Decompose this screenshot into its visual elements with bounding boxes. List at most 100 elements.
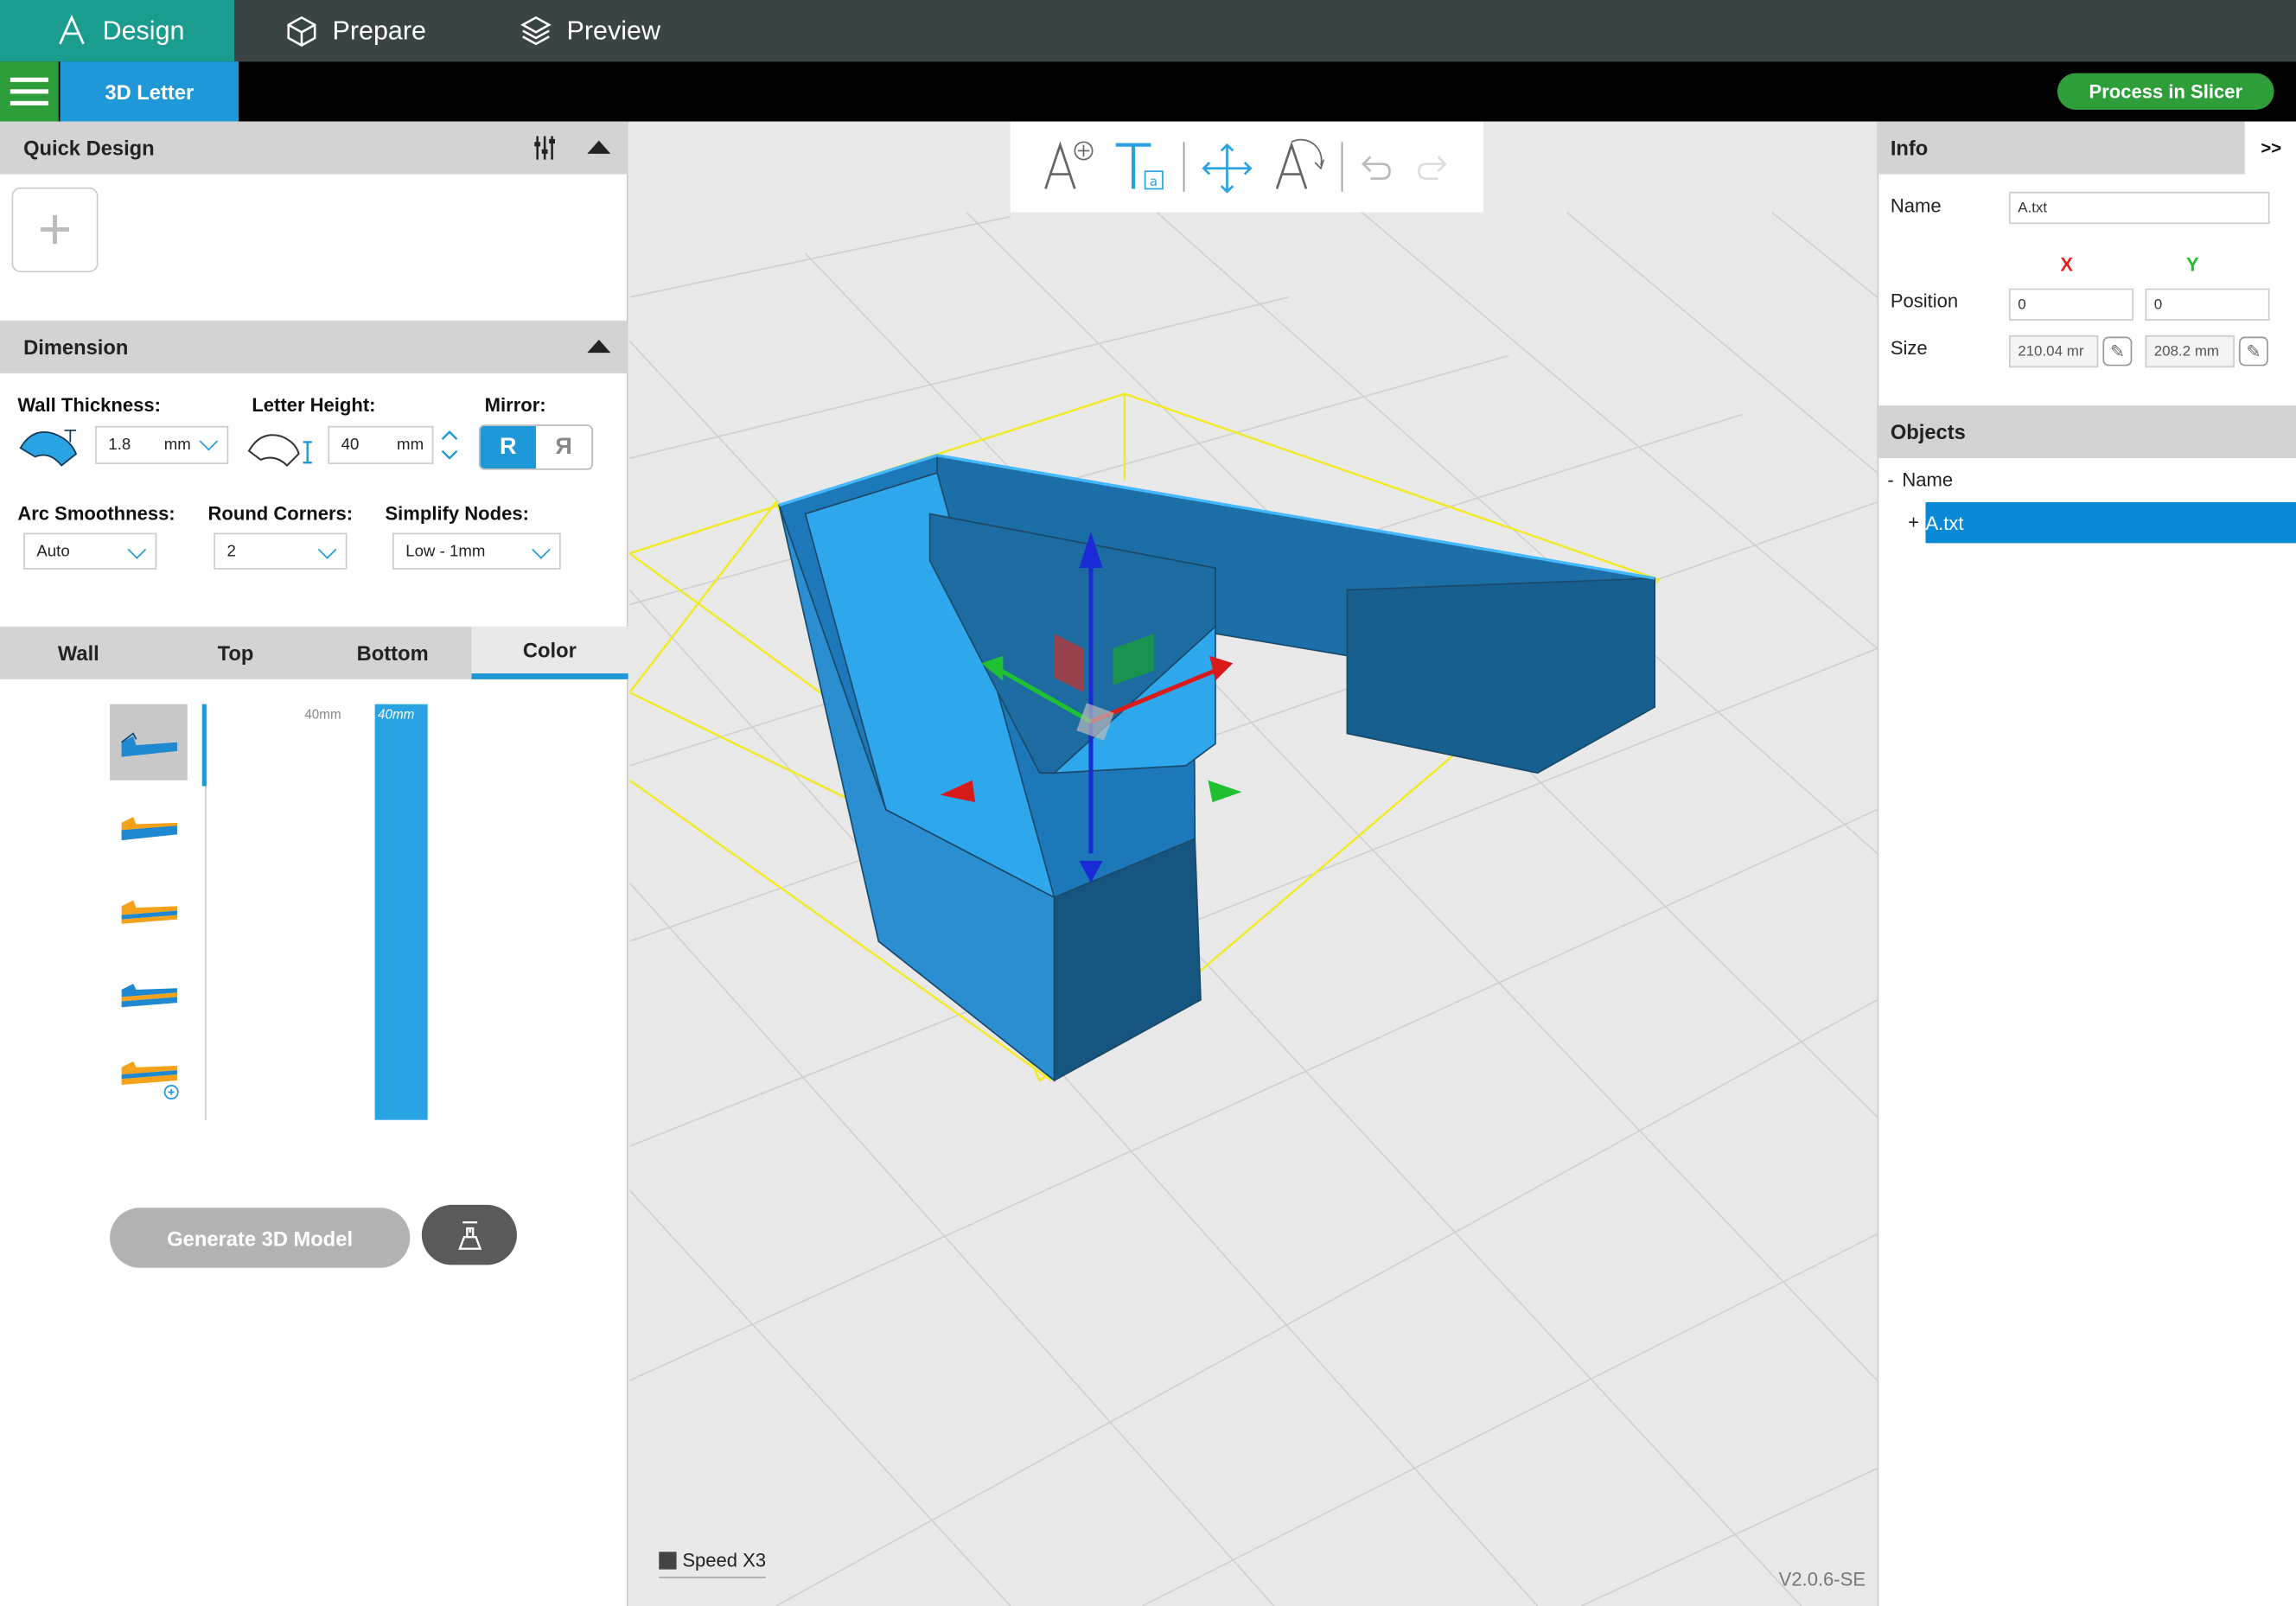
3d-viewport[interactable]: a Speed X3 V2.0.6-SE bbox=[629, 121, 1878, 1606]
add-layer-preset-icon bbox=[120, 1061, 178, 1099]
process-in-slicer-button[interactable]: Process in Slicer bbox=[2057, 73, 2274, 111]
size-x-input[interactable]: 210.04 mr bbox=[2009, 335, 2099, 368]
color-layer-bar-label: 40mm bbox=[378, 707, 415, 722]
viewport-toolbar: a bbox=[1010, 121, 1483, 213]
mirror-normal-option[interactable]: R bbox=[480, 425, 536, 468]
collapse-panel-button[interactable]: >> bbox=[2244, 121, 2296, 175]
printer-icon bbox=[457, 1220, 482, 1250]
round-corners-label: Round Corners: bbox=[207, 501, 354, 525]
tab-design[interactable]: Design bbox=[0, 0, 235, 62]
edit-size-y-icon[interactable]: ✎ bbox=[2238, 336, 2268, 366]
letter-height-input[interactable]: 40 mm bbox=[328, 425, 434, 464]
rotate-text-icon[interactable] bbox=[1271, 137, 1330, 195]
wall-thickness-input[interactable]: 1.8 mm bbox=[95, 425, 229, 464]
chevron-down-icon bbox=[127, 540, 147, 559]
color-preset-4[interactable] bbox=[110, 954, 188, 1030]
size-y-input[interactable]: 208.2 mm bbox=[2145, 335, 2235, 368]
size-label: Size bbox=[1890, 336, 1928, 359]
text-style-icon[interactable]: a bbox=[1110, 137, 1169, 195]
info-title: Info bbox=[1890, 136, 1929, 160]
tab-preview-label: Preview bbox=[566, 15, 661, 45]
mirror-flipped-option[interactable]: Я bbox=[536, 426, 591, 468]
add-quick-design-button[interactable]: + bbox=[11, 187, 99, 273]
layer-preset-icon bbox=[120, 984, 177, 1008]
letter-height-unit: mm bbox=[397, 436, 424, 455]
right-panel: Info >> Name A.txt X Y Position 0 0 Size… bbox=[1877, 121, 2296, 1606]
simplify-nodes-select[interactable]: Low - 1mm bbox=[392, 532, 561, 570]
letter-height-label: Letter Height: bbox=[252, 393, 376, 417]
style-tabs: Wall Top Bottom Color bbox=[0, 626, 628, 679]
scene-canvas[interactable] bbox=[629, 122, 1878, 1606]
generate-3d-model-button[interactable]: Generate 3D Model bbox=[110, 1208, 411, 1268]
tab-prepare-label: Prepare bbox=[332, 15, 427, 45]
tab-top[interactable]: Top bbox=[157, 627, 315, 679]
letter-height-icon bbox=[247, 434, 312, 468]
mode-tab-3d-letter[interactable]: 3D Letter bbox=[60, 61, 239, 122]
stepper-icon[interactable] bbox=[437, 426, 461, 464]
quick-design-header[interactable]: Quick Design bbox=[0, 121, 628, 175]
layer-preset-icon bbox=[120, 732, 177, 757]
color-preset-1[interactable] bbox=[110, 704, 188, 781]
hamburger-menu-button[interactable] bbox=[0, 61, 59, 122]
tab-bottom[interactable]: Bottom bbox=[314, 627, 471, 679]
color-preset-add[interactable] bbox=[110, 1038, 188, 1114]
tab-color[interactable]: Color bbox=[471, 626, 628, 679]
color-preset-3[interactable] bbox=[110, 871, 188, 947]
simplify-nodes-value: Low - 1mm bbox=[405, 542, 486, 560]
undo-icon[interactable] bbox=[1359, 148, 1394, 183]
position-y-input[interactable]: 0 bbox=[2145, 288, 2270, 321]
tab-design-label: Design bbox=[102, 15, 185, 45]
tree-header-toggle[interactable]: - bbox=[1887, 468, 1893, 490]
chevron-down-icon bbox=[317, 540, 337, 559]
add-text-icon[interactable] bbox=[1040, 137, 1099, 195]
arc-smoothness-select[interactable]: Auto bbox=[23, 532, 157, 570]
tree-header: Name bbox=[1902, 468, 1954, 491]
chevron-down-icon[interactable] bbox=[199, 431, 219, 451]
round-corners-select[interactable]: 2 bbox=[214, 532, 348, 570]
layer-preset-icon bbox=[120, 817, 177, 841]
round-corners-value: 2 bbox=[226, 542, 236, 560]
wall-thickness-label: Wall Thickness: bbox=[17, 393, 161, 417]
position-x-input[interactable]: 0 bbox=[2009, 288, 2134, 321]
speed-toggle[interactable]: Speed X3 bbox=[659, 1548, 767, 1578]
tab-preview[interactable]: Preview bbox=[520, 0, 695, 61]
redo-icon[interactable] bbox=[1414, 148, 1450, 183]
position-label: Position bbox=[1890, 290, 1959, 312]
arc-smoothness-label: Arc Smoothness: bbox=[17, 501, 175, 525]
name-label: Name bbox=[1890, 194, 1942, 217]
name-input[interactable]: A.txt bbox=[2009, 191, 2270, 225]
tree-item-object[interactable]: A.txt bbox=[1925, 501, 2296, 544]
design-icon bbox=[59, 14, 85, 45]
tab-wall[interactable]: Wall bbox=[0, 627, 157, 679]
tree-expand-toggle[interactable]: + bbox=[1908, 511, 1919, 532]
preset-selection-indicator bbox=[201, 704, 207, 787]
print-button[interactable] bbox=[421, 1204, 517, 1265]
objects-title: Objects bbox=[1890, 420, 1966, 444]
x-axis-label: X bbox=[2060, 253, 2074, 276]
tab-prepare[interactable]: Prepare bbox=[285, 0, 461, 61]
move-icon[interactable] bbox=[1198, 139, 1257, 198]
svg-text:a: a bbox=[1150, 174, 1158, 189]
dimension-title: Dimension bbox=[23, 335, 129, 359]
app-window: Design Prepare Preview 3D Letter Process… bbox=[0, 0, 2296, 1606]
sliders-icon[interactable] bbox=[532, 135, 558, 161]
collapse-up-icon[interactable] bbox=[587, 140, 611, 154]
speed-label: Speed X3 bbox=[682, 1548, 767, 1571]
info-header: Info >> bbox=[1878, 121, 2296, 175]
sub-toolbar: 3D Letter Process in Slicer bbox=[0, 61, 2296, 122]
toolbar-divider bbox=[1341, 142, 1343, 192]
layers-icon bbox=[520, 16, 552, 46]
color-layer-bar[interactable] bbox=[374, 704, 428, 1120]
dimension-header[interactable]: Dimension bbox=[0, 320, 628, 373]
wall-thickness-unit: mm bbox=[163, 436, 191, 455]
color-preset-2[interactable] bbox=[110, 787, 188, 864]
left-panel: Quick Design + Dimension Wall Thickness:… bbox=[0, 121, 628, 1606]
tree-item-label: A.txt bbox=[1925, 511, 1964, 534]
version-label: V2.0.6-SE bbox=[1778, 1567, 1866, 1590]
collapse-up-icon[interactable] bbox=[587, 339, 611, 354]
layer-preset-icon bbox=[120, 900, 177, 924]
mirror-toggle[interactable]: R Я bbox=[478, 424, 594, 470]
speed-dropdown-icon[interactable] bbox=[659, 1551, 677, 1569]
edit-size-x-icon[interactable]: ✎ bbox=[2102, 336, 2133, 366]
objects-header: Objects bbox=[1878, 405, 2296, 459]
